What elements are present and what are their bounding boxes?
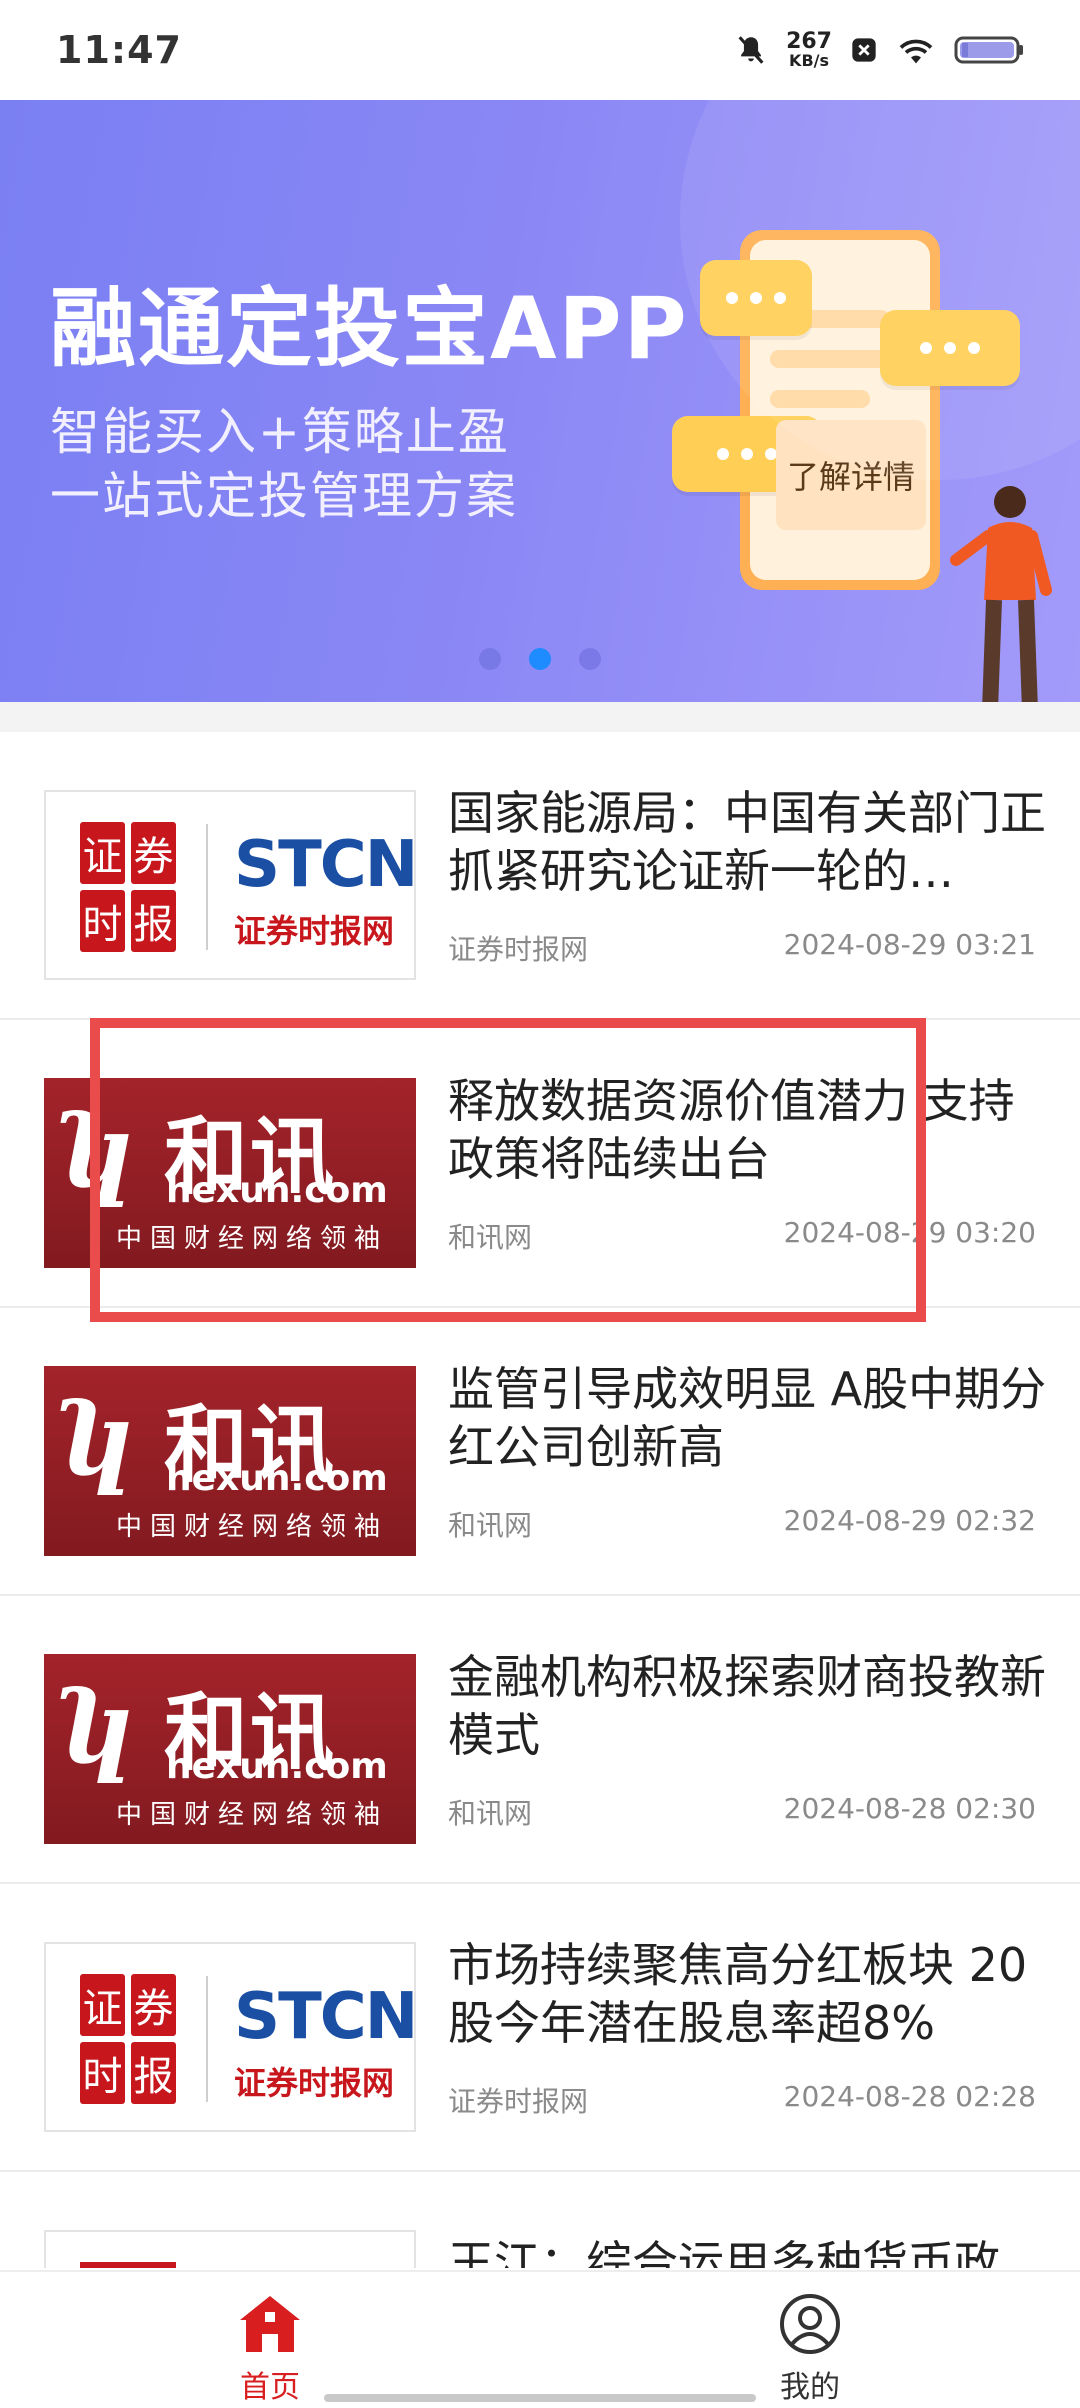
- carousel-dot-active[interactable]: [529, 648, 551, 670]
- banner-subtitle-line1: 智能买入+策略止盈: [50, 403, 510, 461]
- carousel-dots: [0, 648, 1080, 670]
- stcn-logo-thumbnail: 证 券 时 报 STCN 证券时报网: [44, 1942, 416, 2132]
- phone-line: [770, 310, 890, 328]
- stcn-seal-logo: 证 券 时 报: [80, 822, 176, 952]
- chat-bubble-icon: [880, 310, 1020, 386]
- seal-char: 报: [131, 890, 176, 952]
- hexun-mark-icon: ʮ: [62, 1668, 124, 1786]
- status-time: 11:47: [56, 28, 182, 72]
- seal-char: 时: [80, 2042, 125, 2104]
- promo-banner-carousel[interactable]: 融通定投宝APP 智能买入+策略止盈 一站式定投管理方案 了解详情: [0, 100, 1080, 702]
- news-source: 和讯网: [448, 1797, 533, 1830]
- nav-mine-label: 我的: [780, 2370, 840, 2405]
- seal-char: 时: [80, 890, 125, 952]
- hexun-slogan: 中国财经网络领袖: [116, 1224, 389, 1254]
- logo-divider: [206, 824, 208, 950]
- seal-char: 证: [80, 1974, 125, 2036]
- carousel-dot[interactable]: [479, 648, 501, 670]
- hexun-domain: hexun.com: [166, 1746, 388, 1787]
- news-time: 2024-08-28 02:28: [783, 2080, 1036, 2113]
- news-title: 释放数据资源价值潜力 支持政策将陆续出台: [448, 1074, 1015, 1186]
- nav-home-label: 首页: [240, 2370, 300, 2405]
- news-title: 市场持续聚焦高分红板块 20股今年潜在股息率超8%: [448, 1938, 1028, 2050]
- network-speed-value: 267: [786, 29, 832, 54]
- home-icon: [240, 2296, 300, 2352]
- news-item[interactable]: ʮ 和讯 hexun.com 中国财经网络领袖 金融机构积极探索财商投教新模式 …: [0, 1596, 1080, 1884]
- seal-char: 证: [80, 822, 125, 884]
- news-source: 和讯网: [448, 1221, 533, 1254]
- news-time: 2024-08-28 02:30: [783, 1792, 1036, 1825]
- news-list: 证 券 时 报 STCN 证券时报网 国家能源局：中国有关部门正抓紧研究论证新一…: [0, 732, 1080, 2172]
- status-icons: 267 KB/s: [734, 31, 1024, 69]
- news-title: 王江：综合运用多种货币政: [448, 2236, 1000, 2268]
- user-profile-icon: [780, 2294, 840, 2354]
- logo-divider: [206, 1976, 208, 2102]
- hexun-slogan: 中国财经网络领袖: [116, 1512, 389, 1542]
- status-bar: 11:47 267 KB/s: [0, 0, 1080, 100]
- mute-bell-icon: [734, 33, 768, 67]
- stcn-seal-logo: [80, 2262, 176, 2268]
- news-source: 证券时报网: [448, 2085, 589, 2118]
- hexun-logo-thumbnail: ʮ 和讯 hexun.com 中国财经网络领袖: [44, 1078, 416, 1268]
- news-title: 监管引导成效明显 A股中期分红公司创新高: [448, 1362, 1047, 1474]
- gesture-home-indicator[interactable]: [324, 2394, 756, 2402]
- news-item[interactable]: ʮ 和讯 hexun.com 中国财经网络领袖 监管引导成效明显 A股中期分红公…: [0, 1308, 1080, 1596]
- phone-line: [770, 350, 920, 368]
- news-title: 国家能源局：中国有关部门正抓紧研究论证新一轮的…: [448, 786, 1046, 898]
- nav-mine[interactable]: 我的: [660, 2272, 960, 2408]
- network-speed: 267 KB/s: [786, 31, 832, 69]
- banner-subtitle: 智能买入+策略止盈 一站式定投管理方案: [50, 400, 518, 528]
- seal-char: 报: [131, 2042, 176, 2104]
- news-item-partial[interactable]: 王江：综合运用多种货币政: [0, 2218, 1080, 2268]
- seal-char: 券: [131, 1974, 176, 2036]
- news-item[interactable]: 证 券 时 报 STCN 证券时报网 国家能源局：中国有关部门正抓紧研究论证新一…: [0, 732, 1080, 1020]
- banner-title: 融通定投宝APP: [50, 279, 689, 379]
- network-speed-unit: KB/s: [789, 51, 830, 70]
- news-item[interactable]: ʮ 和讯 hexun.com 中国财经网络领袖 释放数据资源价值潜力 支持政策将…: [0, 1020, 1080, 1308]
- phone-line: [770, 390, 870, 408]
- phone-illustration: [740, 230, 940, 590]
- battery-icon: [954, 35, 1024, 65]
- nav-home[interactable]: 首页: [120, 2272, 420, 2408]
- wifi-icon: [896, 34, 936, 66]
- hexun-mark-icon: ʮ: [62, 1380, 124, 1498]
- stcn-cn-name: 证券时报网: [234, 912, 395, 950]
- news-title: 金融机构积极探索财商投教新模式: [448, 1650, 1046, 1762]
- section-divider: [0, 702, 1080, 732]
- chat-bubble-icon: [700, 260, 812, 336]
- news-time: 2024-08-29 02:32: [783, 1504, 1036, 1537]
- stcn-seal-logo: 证 券 时 报: [80, 1974, 176, 2104]
- learn-more-button[interactable]: 了解详情: [776, 420, 926, 530]
- hexun-slogan: 中国财经网络领袖: [116, 1800, 389, 1830]
- banner-subtitle-line2: 一站式定投管理方案: [50, 467, 518, 525]
- bottom-nav: 首页 我的: [0, 2270, 1080, 2408]
- news-source: 和讯网: [448, 1509, 533, 1542]
- hexun-domain: hexun.com: [166, 1170, 388, 1211]
- news-time: 2024-08-29 03:21: [783, 928, 1036, 961]
- hexun-mark-icon: ʮ: [62, 1092, 124, 1210]
- seal-char: 券: [131, 822, 176, 884]
- hexun-domain: hexun.com: [166, 1458, 388, 1499]
- news-item[interactable]: 证 券 时 报 STCN 证券时报网 市场持续聚焦高分红板块 20股今年潜在股息…: [0, 1884, 1080, 2172]
- stcn-cn-name: 证券时报网: [234, 2064, 395, 2102]
- hexun-logo-thumbnail: ʮ 和讯 hexun.com 中国财经网络领袖: [44, 1366, 416, 1556]
- carousel-dot[interactable]: [579, 648, 601, 670]
- stcn-logo-thumbnail: 证 券 时 报 STCN 证券时报网: [44, 790, 416, 980]
- hexun-logo-thumbnail: ʮ 和讯 hexun.com 中国财经网络领袖: [44, 1654, 416, 1844]
- stcn-wordmark: STCN: [234, 828, 416, 902]
- notification-x-icon: [850, 36, 878, 64]
- stcn-logo-thumbnail: [44, 2230, 416, 2268]
- news-source: 证券时报网: [448, 933, 589, 966]
- stcn-wordmark: STCN: [234, 1980, 416, 2054]
- news-time: 2024-08-29 03:20: [783, 1216, 1036, 1249]
- banner-illustration: 了解详情: [660, 230, 1080, 702]
- news-home-screen: 11:47 267 KB/s 融通定投宝APP 智能买入+策略止盈 一站式定投管…: [0, 0, 1080, 2408]
